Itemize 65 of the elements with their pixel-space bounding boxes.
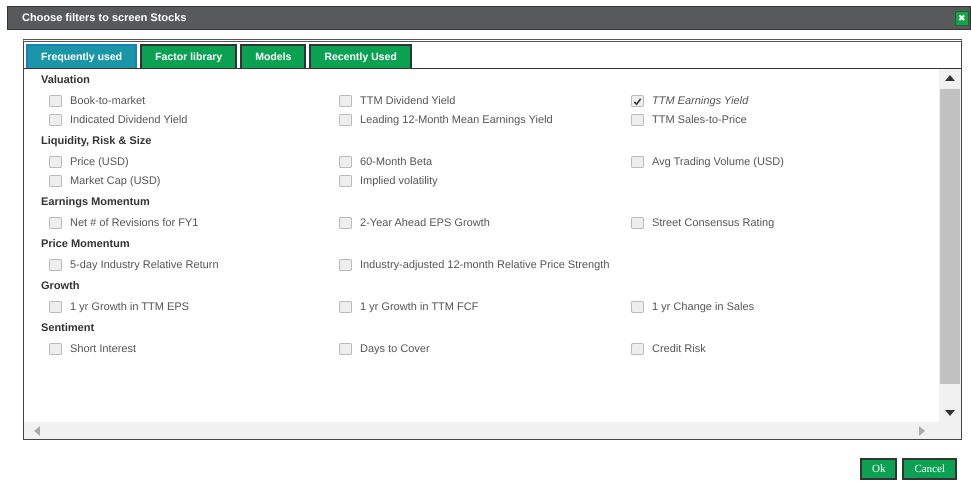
tab[interactable]: Recently Used (309, 44, 412, 68)
checkbox[interactable] (339, 175, 352, 187)
checkbox[interactable] (339, 217, 352, 229)
section-heading: Sentiment (41, 322, 96, 334)
filter-label: Indicated Dividend Yield (70, 114, 188, 126)
checkbox[interactable] (631, 217, 644, 229)
scroll-up-icon[interactable] (945, 75, 955, 81)
filter-label: Days to Cover (360, 343, 430, 355)
filter-label: TTM Earnings Yield (652, 95, 748, 107)
cancel-button[interactable]: Cancel (902, 458, 957, 480)
checkbox[interactable] (49, 301, 62, 313)
tab[interactable]: Models (240, 44, 306, 68)
filter-label: Book-to-market (70, 95, 146, 107)
checkbox[interactable] (49, 175, 62, 187)
checkbox[interactable] (339, 114, 352, 126)
section-heading: Liquidity, Risk & Size (41, 135, 152, 147)
filter-label: Leading 12-Month Mean Earnings Yield (360, 114, 553, 126)
scroll-down-icon[interactable] (945, 410, 955, 416)
filter-label: Net # of Revisions for FY1 (70, 217, 198, 229)
filter-label: 60-Month Beta (360, 156, 432, 168)
filter-label: Industry-adjusted 12-month Relative Price Strength (360, 259, 610, 271)
checkbox[interactable] (631, 343, 644, 355)
scroll-right-icon[interactable] (919, 426, 925, 436)
checkbox[interactable] (339, 95, 352, 107)
filter-label: 2-Year Ahead EPS Growth (360, 217, 490, 229)
checkbox[interactable] (49, 114, 62, 126)
section-heading: Earnings Momentum (41, 196, 151, 208)
section-heading: Valuation (41, 74, 91, 86)
vertical-scrollbar[interactable] (939, 69, 961, 422)
filter-label: TTM Dividend Yield (360, 95, 456, 107)
filter-label: 1 yr Change in Sales (652, 301, 754, 313)
checkbox[interactable] (339, 259, 352, 271)
filter-label: Short Interest (70, 343, 136, 355)
tab[interactable]: Frequently used (26, 44, 138, 68)
checkbox[interactable] (339, 343, 352, 355)
scrollbar-thumb[interactable] (940, 89, 960, 384)
tab[interactable]: Factor library (140, 44, 238, 68)
checkbox[interactable] (631, 114, 644, 126)
checkbox[interactable] (49, 343, 62, 355)
filter-label: TTM Sales-to-Price (652, 114, 747, 126)
scroll-left-icon[interactable] (34, 426, 40, 436)
filter-label: Price (USD) (70, 156, 129, 168)
checkbox[interactable] (49, 217, 62, 229)
checkbox[interactable] (339, 156, 352, 168)
checkbox[interactable] (49, 259, 62, 271)
filter-label: Market Cap (USD) (70, 175, 160, 187)
checkbox[interactable] (49, 156, 62, 168)
filter-label: 1 yr Growth in TTM EPS (70, 301, 189, 313)
checkbox[interactable] (631, 156, 644, 168)
filter-label: 5-day Industry Relative Return (70, 259, 219, 271)
close-button[interactable]: ✖ (955, 10, 969, 26)
filter-label: 1 yr Growth in TTM FCF (360, 301, 478, 313)
checkbox[interactable] (49, 95, 62, 107)
filter-label: Implied volatility (360, 175, 438, 187)
checkbox[interactable] (631, 95, 644, 107)
horizontal-scrollbar[interactable] (24, 422, 961, 439)
checkbox[interactable] (631, 301, 644, 313)
section-heading: Price Momentum (41, 238, 131, 250)
ok-button[interactable]: Ok (860, 458, 898, 480)
section-heading: Growth (41, 280, 80, 292)
filter-label: Credit Risk (652, 343, 706, 355)
checkbox[interactable] (339, 301, 352, 313)
filter-label: Avg Trading Volume (USD) (652, 156, 784, 168)
filter-label: Street Consensus Rating (652, 217, 774, 229)
window-title: Choose filters to screen Stocks (22, 12, 186, 24)
